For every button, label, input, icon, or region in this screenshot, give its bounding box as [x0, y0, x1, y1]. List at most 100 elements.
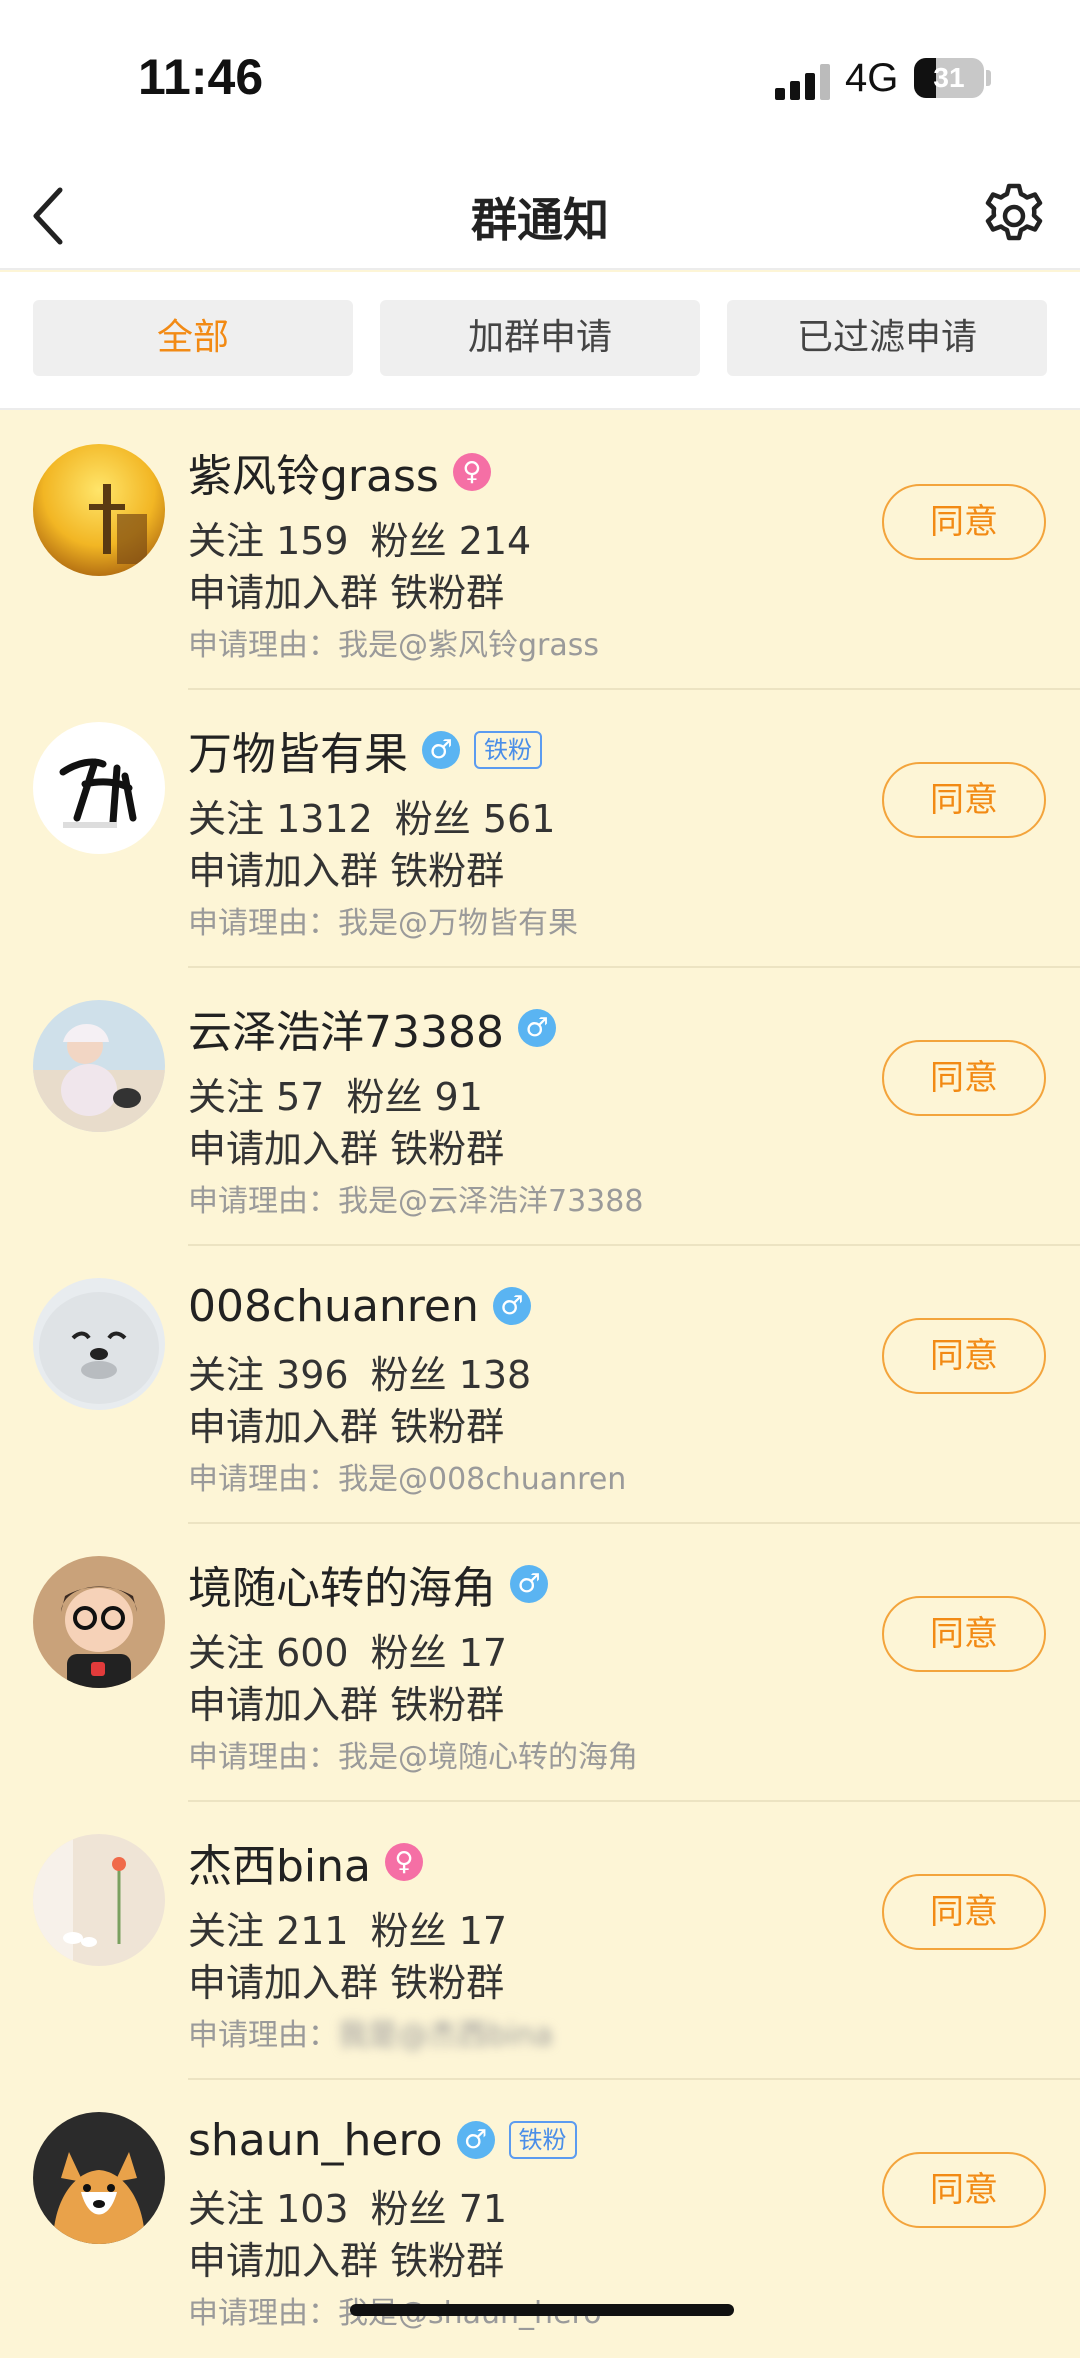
- reason-label: 申请理由：: [188, 1740, 338, 1775]
- group-request-text: 申请加入群 铁粉群: [188, 1683, 505, 1727]
- reason-text: 我是@云泽浩洋73388: [338, 1184, 644, 1219]
- agree-button[interactable]: 同意: [882, 762, 1046, 838]
- name-row: 境随心转的海角 ♂: [188, 1554, 548, 1614]
- status-bar: 11:46 4G 31: [0, 0, 1080, 160]
- fans-count: 粉丝 138: [370, 1353, 532, 1397]
- user-stats: 关注 159 粉丝 214: [188, 510, 553, 565]
- agree-button[interactable]: 同意: [882, 2152, 1046, 2228]
- user-name[interactable]: 紫风铃grass: [188, 440, 439, 504]
- name-row: shaun_hero ♂ 铁粉: [188, 2110, 577, 2170]
- user-name[interactable]: 008chuanren: [188, 1281, 479, 1332]
- request-list: 紫风铃grass ♀ 关注 159 粉丝 214 申请加入群 铁粉群 申请理由：我…: [0, 412, 1080, 2358]
- group-request-text: 申请加入群 铁粉群: [188, 849, 505, 893]
- battery-level: 31: [933, 62, 965, 93]
- avatar[interactable]: [33, 1556, 165, 1688]
- navigation-bar: 群通知: [0, 160, 1080, 270]
- request-reason: 申请理由：我是@008chuanren: [188, 1454, 626, 1498]
- reason-text: 我是@万物皆有果: [338, 906, 578, 941]
- list-item: 云泽浩洋73388 ♂ 关注 57 粉丝 91 申请加入群 铁粉群 申请理由：我是…: [0, 968, 1080, 1246]
- user-name[interactable]: shaun_hero: [188, 2115, 443, 2166]
- user-stats: 关注 600 粉丝 17: [188, 1622, 529, 1677]
- female-icon: ♀: [385, 1843, 424, 1881]
- reason-label: 申请理由：: [188, 1462, 338, 1497]
- male-icon: ♂: [492, 1287, 531, 1325]
- tab-all[interactable]: 全部: [33, 300, 353, 376]
- fans-count: 粉丝 214: [370, 519, 532, 563]
- user-stats: 关注 103 粉丝 71: [188, 2178, 529, 2233]
- male-icon: ♂: [456, 2121, 495, 2159]
- group-request-text: 申请加入群 铁粉群: [188, 571, 505, 615]
- avatar[interactable]: [33, 1834, 165, 1966]
- list-item: 杰西bina ♀ 关注 211 粉丝 17 申请加入群 铁粉群 申请理由：我是@杰…: [0, 1802, 1080, 2080]
- reason-text: 我是@008chuanren: [338, 1462, 627, 1497]
- reason-label: 申请理由：: [188, 906, 338, 941]
- follow-count: 关注 1312: [188, 797, 373, 841]
- agree-button[interactable]: 同意: [882, 1596, 1046, 1672]
- group-request-text: 申请加入群 铁粉群: [188, 2239, 505, 2283]
- fans-count: 粉丝 17: [370, 1909, 508, 1953]
- reason-label: 申请理由：: [188, 2296, 338, 2331]
- male-icon: ♂: [422, 731, 460, 769]
- fans-count: 粉丝 17: [370, 1631, 508, 1675]
- name-row: 008chuanren ♂: [188, 1276, 531, 1336]
- user-name[interactable]: 万物皆有果: [188, 718, 408, 782]
- fan-badge: 铁粉: [508, 2121, 577, 2159]
- avatar[interactable]: [33, 722, 165, 854]
- list-item: 008chuanren ♂ 关注 396 粉丝 138 申请加入群 铁粉群 申请理…: [0, 1246, 1080, 1524]
- agree-button[interactable]: 同意: [882, 1874, 1046, 1950]
- fans-count: 粉丝 71: [370, 2187, 508, 2231]
- settings-button[interactable]: [974, 176, 1054, 256]
- follow-count: 关注 103: [188, 2187, 349, 2231]
- tab-filtered-requests[interactable]: 已过滤申请: [727, 300, 1047, 376]
- reason-text: 我是@紫风铃grass: [338, 628, 600, 663]
- follow-count: 关注 57: [188, 1075, 325, 1119]
- list-item: 万物皆有果 ♂ 铁粉 关注 1312 粉丝 561 申请加入群 铁粉群 申请理由：…: [0, 690, 1080, 968]
- filter-bar: 全部 加群申请 已过滤申请: [0, 272, 1080, 410]
- request-reason: 申请理由：我是@境随心转的海角: [188, 1732, 638, 1776]
- female-icon: ♀: [452, 453, 491, 491]
- user-stats: 关注 396 粉丝 138: [188, 1344, 553, 1399]
- gear-icon: [985, 183, 1043, 241]
- name-row: 紫风铃grass ♀: [188, 442, 491, 502]
- user-name[interactable]: 云泽浩洋73388: [188, 996, 504, 1060]
- agree-button[interactable]: 同意: [882, 1040, 1046, 1116]
- user-name[interactable]: 境随心转的海角: [188, 1552, 496, 1616]
- battery-icon: 31: [914, 58, 984, 98]
- avatar[interactable]: [33, 444, 165, 576]
- list-item: shaun_hero ♂ 铁粉 关注 103 粉丝 71 申请加入群 铁粉群 申请…: [0, 2080, 1080, 2358]
- battery-nub: [986, 70, 991, 86]
- follow-count: 关注 600: [188, 1631, 349, 1675]
- group-request-text: 申请加入群 铁粉群: [188, 1127, 505, 1171]
- request-reason: 申请理由：我是@云泽浩洋73388: [188, 1176, 643, 1220]
- follow-count: 关注 211: [188, 1909, 349, 1953]
- user-name[interactable]: 杰西bina: [188, 1830, 371, 1894]
- name-row: 云泽浩洋73388 ♂: [188, 998, 556, 1058]
- avatar[interactable]: [33, 1278, 165, 1410]
- reason-label: 申请理由：: [188, 628, 338, 663]
- tab-join-requests[interactable]: 加群申请: [380, 300, 700, 376]
- page-title: 群通知: [471, 193, 609, 247]
- male-icon: ♂: [517, 1009, 556, 1047]
- fans-count: 粉丝 91: [346, 1075, 483, 1119]
- request-reason: 申请理由：我是@杰西bina: [188, 2010, 553, 2054]
- reason-label: 申请理由：: [188, 1184, 338, 1219]
- follow-count: 关注 159: [188, 519, 349, 563]
- avatar[interactable]: [33, 1000, 165, 1132]
- group-request-text: 申请加入群 铁粉群: [188, 1961, 505, 2005]
- home-indicator: [350, 2304, 734, 2316]
- signal-icon: [775, 64, 831, 100]
- follow-count: 关注 396: [188, 1353, 349, 1397]
- agree-button[interactable]: 同意: [882, 1318, 1046, 1394]
- status-time: 11:46: [138, 49, 264, 105]
- group-request-text: 申请加入群 铁粉群: [188, 1405, 505, 1449]
- user-stats: 关注 1312 粉丝 561: [188, 788, 577, 843]
- fan-badge: 铁粉: [474, 731, 542, 769]
- user-stats: 关注 57 粉丝 91: [188, 1066, 505, 1121]
- avatar[interactable]: [33, 2112, 165, 2244]
- user-stats: 关注 211 粉丝 17: [188, 1900, 529, 1955]
- name-row: 万物皆有果 ♂ 铁粉: [188, 720, 542, 780]
- name-row: 杰西bina ♀: [188, 1830, 424, 1894]
- reason-label: 申请理由：: [188, 2018, 338, 2053]
- network-label: 4G: [845, 56, 899, 100]
- agree-button[interactable]: 同意: [882, 484, 1046, 560]
